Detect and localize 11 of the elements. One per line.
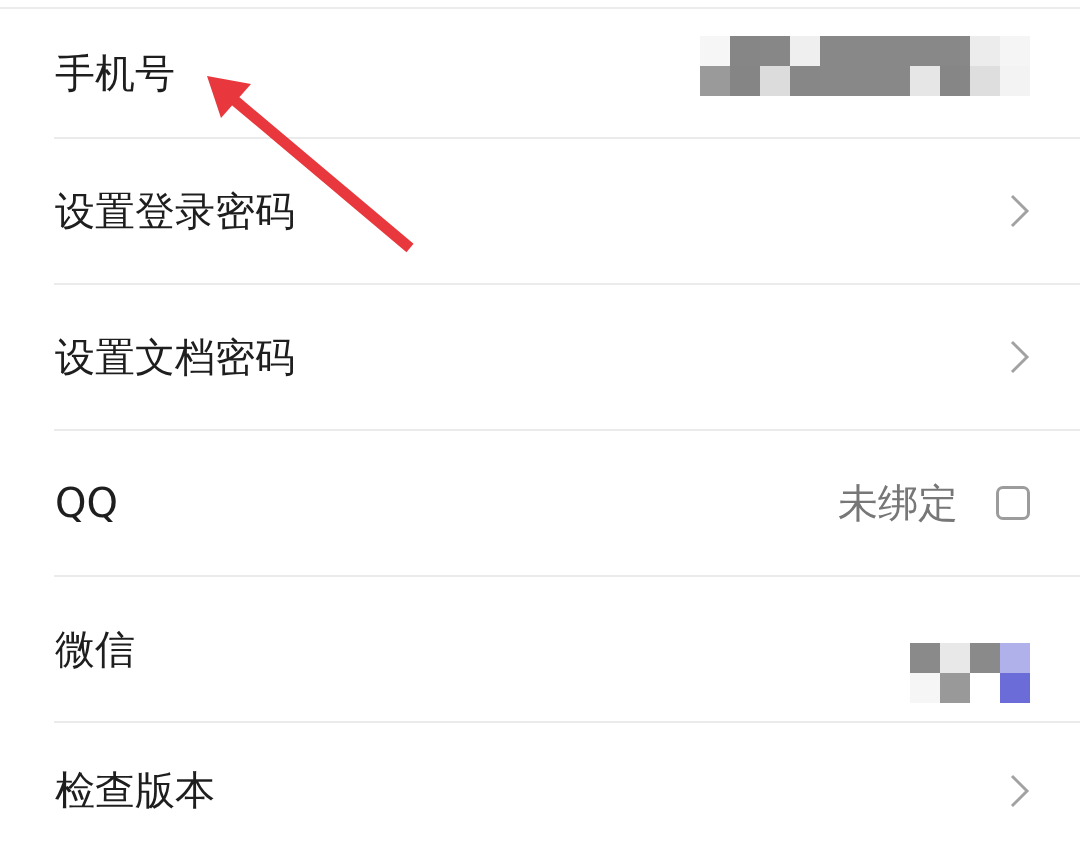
setting-label: 手机号 xyxy=(55,48,175,98)
setting-label: 微信 xyxy=(55,624,135,674)
setting-label: 设置登录密码 xyxy=(55,186,295,236)
setting-label: 设置文档密码 xyxy=(55,332,295,382)
setting-label: 检查版本 xyxy=(55,766,215,815)
checkbox[interactable] xyxy=(996,486,1030,520)
chevron-right-icon[interactable] xyxy=(1010,773,1030,808)
setting-label: QQ xyxy=(55,480,118,526)
chevron-right-icon[interactable] xyxy=(1010,194,1030,228)
binding-status: 未绑定 xyxy=(838,478,958,528)
chevron-right-icon[interactable] xyxy=(1010,340,1030,374)
